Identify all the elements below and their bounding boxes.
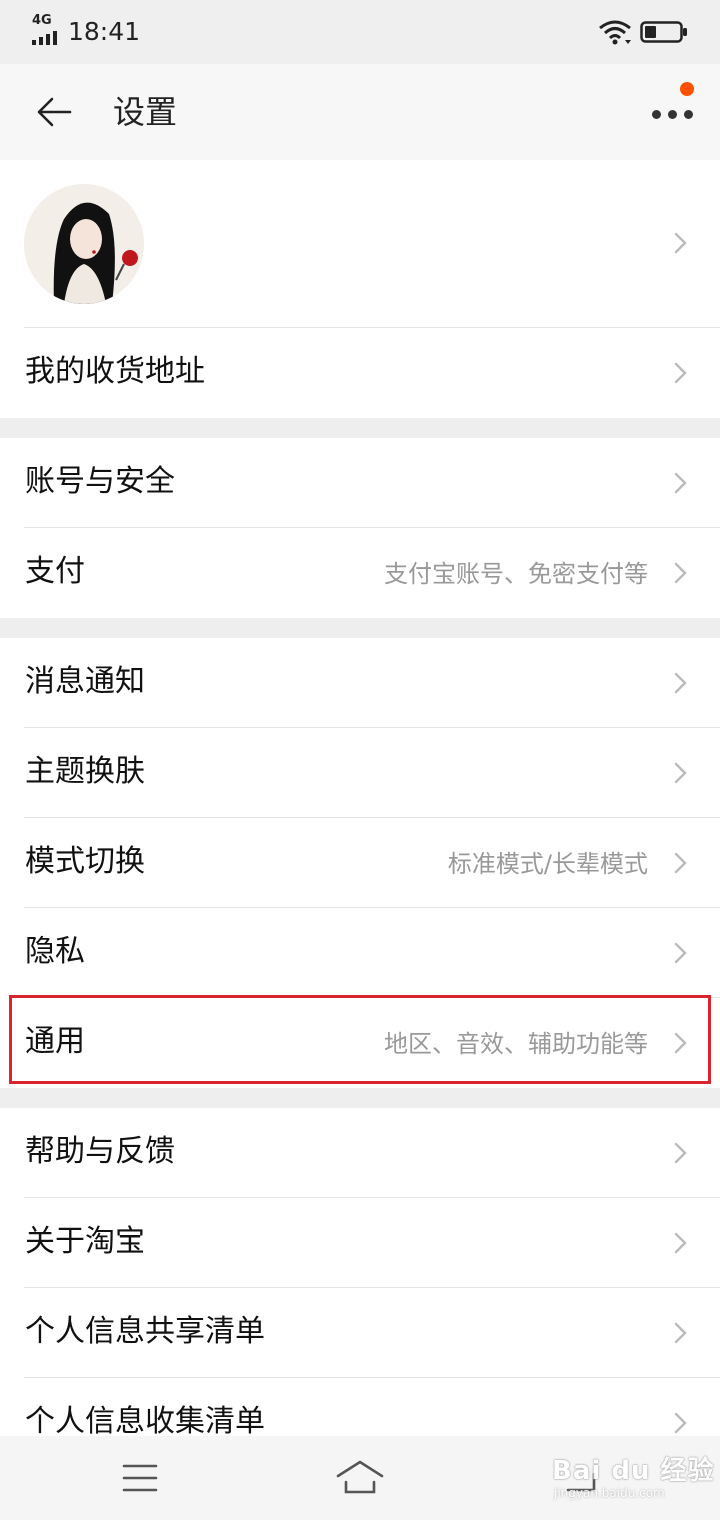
- notification-badge: [680, 82, 694, 96]
- wifi-icon: [599, 20, 631, 45]
- status-time: 18:41: [68, 17, 141, 46]
- menu-button[interactable]: [110, 1454, 170, 1502]
- more-dot: [668, 110, 677, 119]
- chevron-right-icon: [674, 472, 687, 494]
- system-nav-bar: [0, 1436, 720, 1520]
- chevron-right-icon: [674, 1322, 687, 1344]
- back-nav-icon: [566, 1472, 596, 1492]
- settings-item-label: 隐私: [25, 934, 85, 969]
- settings-item-label: 支付: [25, 554, 85, 589]
- chevron-right-icon: [674, 1232, 687, 1254]
- settings-item-info-share-list[interactable]: 个人信息共享清单: [0, 1288, 720, 1378]
- settings-item-account-security[interactable]: 账号与安全: [0, 438, 720, 528]
- recents-button[interactable]: [550, 1454, 610, 1502]
- settings-item-label: 关于淘宝: [25, 1224, 145, 1259]
- chevron-right-icon: [674, 852, 687, 874]
- network-type: 4G: [32, 13, 52, 28]
- settings-item-theme[interactable]: 主题换肤: [0, 728, 720, 818]
- settings-item-help-feedback[interactable]: 帮助与反馈: [0, 1108, 720, 1198]
- cellular-signal-icon: 4G: [32, 14, 62, 46]
- settings-item-label: 账号与安全: [25, 464, 175, 499]
- chevron-right-icon: [674, 942, 687, 964]
- settings-item-hint: 地区、音效、辅助功能等: [384, 1030, 648, 1058]
- app-header: 设置: [0, 64, 720, 160]
- chevron-right-icon: [674, 672, 687, 694]
- status-bar: 4G 18:41: [0, 0, 720, 64]
- chevron-right-icon: [674, 562, 687, 584]
- page-title: 设置: [113, 93, 178, 131]
- home-icon: [336, 1460, 384, 1494]
- chevron-right-icon: [674, 762, 687, 784]
- settings-item-about[interactable]: 关于淘宝: [0, 1198, 720, 1288]
- settings-item-label: 我的收货地址: [25, 354, 205, 389]
- settings-item-payment[interactable]: 支付 支付宝账号、免密支付等: [0, 528, 720, 618]
- settings-item-hint: 标准模式/长辈模式: [447, 850, 648, 878]
- settings-item-label: 消息通知: [25, 664, 145, 699]
- home-button[interactable]: [330, 1454, 390, 1502]
- settings-item-hint: 支付宝账号、免密支付等: [384, 560, 648, 588]
- more-dot: [684, 110, 693, 119]
- chevron-right-icon: [674, 1032, 687, 1054]
- settings-item-address[interactable]: 我的收货地址: [0, 328, 720, 418]
- more-dots-icon: [652, 110, 661, 119]
- chevron-right-icon: [674, 232, 687, 254]
- battery-icon: [640, 21, 687, 43]
- settings-item-mode-switch[interactable]: 模式切换 标准模式/长辈模式: [0, 818, 720, 908]
- settings-item-privacy[interactable]: 隐私: [0, 908, 720, 998]
- menu-icon: [122, 1464, 158, 1492]
- chevron-right-icon: [674, 362, 687, 384]
- more-options-button[interactable]: [642, 82, 702, 138]
- settings-item-label: 模式切换: [25, 844, 145, 879]
- settings-item-label: 个人信息共享清单: [25, 1314, 265, 1349]
- settings-item-label: 帮助与反馈: [25, 1134, 175, 1169]
- chevron-right-icon: [674, 1142, 687, 1164]
- back-button[interactable]: [30, 86, 82, 138]
- settings-item-general[interactable]: 通用 地区、音效、辅助功能等: [0, 998, 720, 1088]
- settings-item-notifications[interactable]: 消息通知: [0, 638, 720, 728]
- avatar: [24, 184, 144, 304]
- settings-item-label: 通用: [25, 1024, 85, 1059]
- profile-row[interactable]: [0, 160, 720, 328]
- arrow-left-icon: [37, 97, 72, 127]
- chevron-right-icon: [674, 1412, 687, 1434]
- settings-item-label: 主题换肤: [25, 754, 145, 789]
